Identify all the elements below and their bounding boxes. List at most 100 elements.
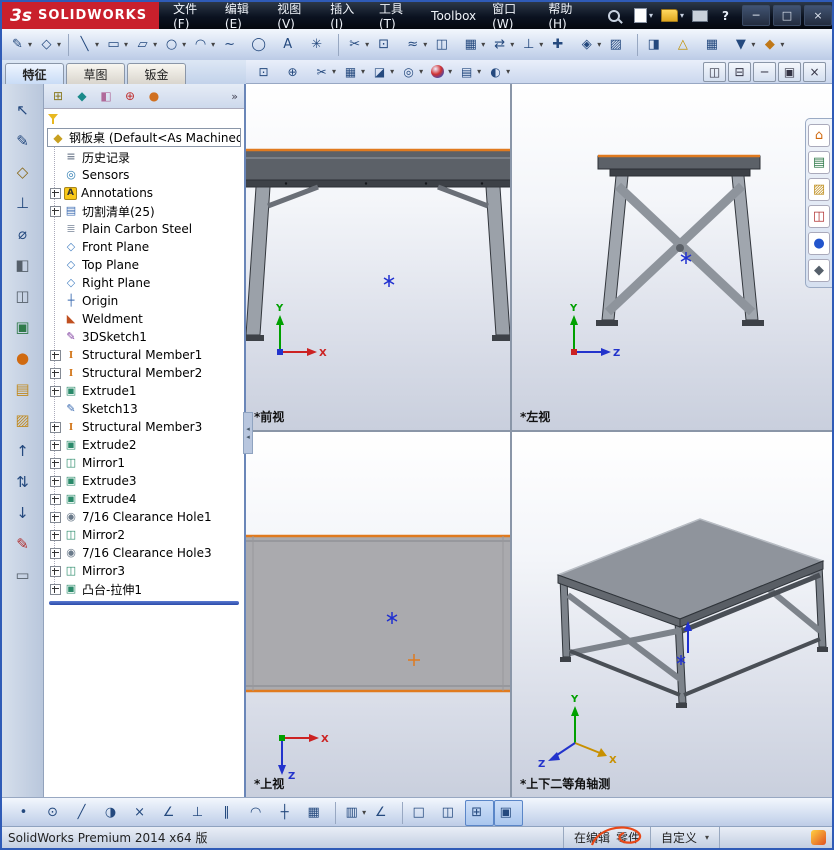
slot-button[interactable]: ▱ ▾ xyxy=(131,32,160,58)
grid-system-button[interactable]: ▦ ▾ xyxy=(700,32,729,58)
tree-item[interactable]: Extrude3 xyxy=(44,472,244,490)
circle-button[interactable]: ○ ▾ xyxy=(160,32,189,58)
tab-sheet-metal[interactable]: 钣金 xyxy=(127,63,186,84)
top-view-canvas[interactable]: X Z xyxy=(246,432,510,797)
apply-scene-button[interactable]: ▤ ▾ xyxy=(455,59,484,85)
viewport-front[interactable]: Y X *前视 xyxy=(246,84,510,430)
snap-center-button[interactable]: ⊙ ▾ xyxy=(41,800,70,826)
expand-icon[interactable] xyxy=(50,205,61,217)
chevron-down-icon[interactable]: ▾ xyxy=(365,40,369,49)
menu-file[interactable]: 文件(F) xyxy=(165,2,217,31)
menu-edit[interactable]: 编辑(E) xyxy=(217,2,269,31)
minimize-button[interactable]: ─ xyxy=(742,5,770,26)
chevron-down-icon[interactable]: ▾ xyxy=(448,67,452,76)
expand-icon[interactable] xyxy=(50,565,61,577)
chevron-down-icon[interactable]: ▾ xyxy=(362,808,366,817)
offset-entities-button[interactable]: ≈ ▾ xyxy=(401,32,430,58)
child-close-button[interactable]: × xyxy=(803,61,826,82)
expand-icon[interactable] xyxy=(50,385,61,397)
chevron-down-icon[interactable]: ▾ xyxy=(477,67,481,76)
chevron-down-icon[interactable]: ▾ xyxy=(510,40,514,49)
zoom-fit-button[interactable]: ⊡ ▾ xyxy=(252,59,281,85)
chevron-down-icon[interactable]: ▾ xyxy=(481,40,485,49)
snap-angle-button[interactable]: ∠ ▾ xyxy=(157,800,186,826)
tree-item[interactable]: Origin xyxy=(44,292,244,310)
snap-point-button[interactable]: • ▾ xyxy=(12,800,41,826)
chevron-down-icon[interactable]: ▾ xyxy=(780,40,784,49)
tree-item[interactable]: Sketch13 xyxy=(44,400,244,418)
section-tool-button[interactable]: ◧ xyxy=(8,251,38,279)
tab-sketch[interactable]: 草图 xyxy=(66,63,125,84)
chevron-down-icon[interactable]: ▾ xyxy=(182,40,186,49)
tree-item[interactable]: 7/16 Clearance Hole1 xyxy=(44,508,244,526)
tree-item[interactable]: 3DSketch1 xyxy=(44,328,244,346)
file-explorer-tab[interactable]: ▨ xyxy=(808,178,830,201)
appearances-tab[interactable]: ● xyxy=(808,232,830,255)
sketch-text-button[interactable]: A ▾ xyxy=(276,32,305,58)
display-relations-button[interactable]: ⊥ ▾ xyxy=(517,32,546,58)
viewport-splitter-horizontal[interactable] xyxy=(246,430,832,432)
tile-pane-button[interactable]: ⊟ xyxy=(728,61,751,82)
snap-line-button[interactable]: ╱ ▾ xyxy=(70,800,99,826)
grid-settings-button[interactable]: ▥ ▾ xyxy=(340,800,369,826)
filter-funnel-icon[interactable] xyxy=(48,113,60,125)
point-button[interactable]: ✳ ▾ xyxy=(305,32,334,58)
chevron-down-icon[interactable]: ▾ xyxy=(680,11,684,20)
viewport-top[interactable]: X Z *上视 xyxy=(246,432,510,797)
expand-icon[interactable] xyxy=(50,367,61,379)
instant2d-button[interactable]: ◨ ▾ xyxy=(642,32,671,58)
tree-item[interactable]: Right Plane xyxy=(44,274,244,292)
table-model[interactable] xyxy=(246,148,510,341)
child-minimize-button[interactable]: ─ xyxy=(753,61,776,82)
overflow-chevron[interactable]: » xyxy=(227,90,242,103)
custom-dropdown[interactable]: 自定义 ▾ xyxy=(649,827,719,848)
wireframe-tool-button[interactable]: ◫ xyxy=(8,282,38,310)
ellipse-button[interactable]: ◯ ▾ xyxy=(247,32,276,58)
tree-item[interactable]: Extrude1 xyxy=(44,382,244,400)
expand-icon[interactable] xyxy=(50,439,61,451)
tree-item[interactable]: 凸台-拉伸1 xyxy=(44,580,244,598)
rectangle-button[interactable]: ▭ ▾ xyxy=(102,32,131,58)
tree-item[interactable]: Extrude2 xyxy=(44,436,244,454)
move-up-button[interactable]: ↑ xyxy=(8,437,38,465)
front-view-canvas[interactable]: Y X xyxy=(246,84,510,430)
chevron-down-icon[interactable]: ▾ xyxy=(423,40,427,49)
chevron-down-icon[interactable]: ▾ xyxy=(361,67,365,76)
view-palette-tab[interactable]: ◫ xyxy=(808,205,830,228)
customize-button[interactable]: ◆ ▾ xyxy=(758,32,787,58)
appearance-tool-button[interactable]: ● xyxy=(8,344,38,372)
sketch-tool-button[interactable]: ✎ xyxy=(8,127,38,155)
expand-icon[interactable] xyxy=(50,547,61,559)
search-button[interactable] xyxy=(607,9,620,22)
two-view-button[interactable]: ◫ ▾ xyxy=(436,800,465,826)
rapid-sketch-button[interactable]: ▨ ▾ xyxy=(604,32,633,58)
scene-tool-button[interactable]: ▤ xyxy=(8,375,38,403)
expand-icon[interactable] xyxy=(50,349,61,361)
maximize-button[interactable]: □ xyxy=(773,5,801,26)
menu-toolbox[interactable]: Toolbox xyxy=(423,2,484,29)
new-document-button[interactable]: ▾ xyxy=(630,5,657,27)
menu-help[interactable]: 帮助(H) xyxy=(540,2,594,31)
texture-tool-button[interactable]: ▨ xyxy=(8,406,38,434)
split-pane-button[interactable]: ◫ xyxy=(703,61,726,82)
expand-icon[interactable] xyxy=(50,475,61,487)
tree-item[interactable]: Mirror2 xyxy=(44,526,244,544)
expand-icon[interactable] xyxy=(50,583,61,595)
tree-root-item[interactable]: 钢板桌 (Default<As Machined> xyxy=(47,128,241,147)
open-document-button[interactable]: ▾ xyxy=(657,5,688,27)
chevron-down-icon[interactable]: ▾ xyxy=(124,40,128,49)
table-model[interactable] xyxy=(556,518,828,708)
arc-button[interactable]: ◠ ▾ xyxy=(189,32,218,58)
tree-item[interactable]: Structural Member3 xyxy=(44,418,244,436)
section-view-button[interactable]: ✂ ▾ xyxy=(310,59,339,85)
display-style-button[interactable]: ◪ ▾ xyxy=(368,59,397,85)
spline-button[interactable]: ~ ▾ xyxy=(218,32,247,58)
tree-item[interactable]: Structural Member1 xyxy=(44,346,244,364)
four-view-button[interactable]: ⊞ ▾ xyxy=(465,799,495,826)
resources-tab[interactable]: ⌂ xyxy=(808,124,830,147)
expand-icon[interactable] xyxy=(50,187,61,199)
expand-icon[interactable] xyxy=(50,457,61,469)
move-entities-button[interactable]: ⇄ ▾ xyxy=(488,32,517,58)
trim-entities-button[interactable]: ✂ ▾ xyxy=(343,32,372,58)
linear-pattern-button[interactable]: ▦ ▾ xyxy=(459,32,488,58)
